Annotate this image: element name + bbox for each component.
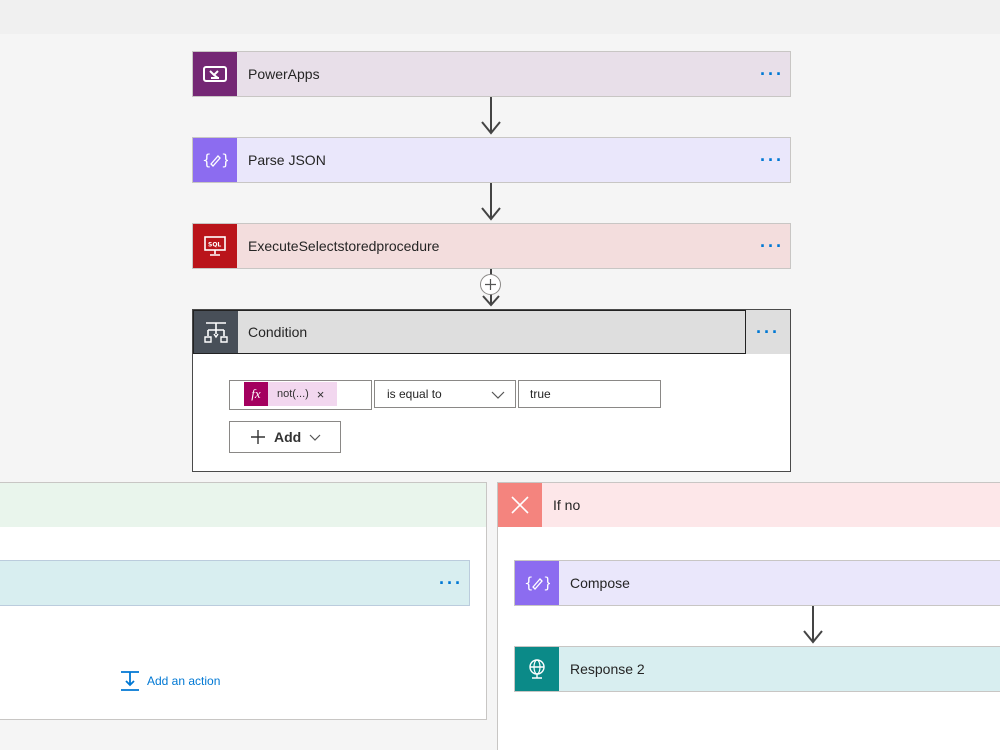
branch-if-no: If no — [497, 482, 1000, 750]
condition-operand-input[interactable]: fx not(...) × — [229, 380, 372, 410]
step-title: Parse JSON — [248, 152, 326, 168]
svg-text:SQL: SQL — [208, 242, 221, 249]
braces-edit-icon: {} — [515, 561, 559, 605]
sql-server-icon: SQL — [193, 224, 237, 268]
step-card-parse-json[interactable]: {} Parse JSON ··· — [192, 137, 791, 183]
operator-dropdown[interactable]: is equal to — [374, 380, 516, 408]
step-card-execute-stored-procedure[interactable]: SQL ExecuteSelectstoredprocedure ··· — [192, 223, 791, 269]
action-card-compose[interactable]: {} Compose — [514, 560, 1000, 606]
operator-value: is equal to — [387, 387, 442, 401]
step-title: PowerApps — [248, 66, 320, 82]
condition-title: Condition — [248, 324, 308, 340]
svg-text:{: { — [524, 574, 534, 592]
chevron-down-icon — [491, 391, 505, 399]
chevron-down-icon — [309, 434, 321, 441]
close-icon — [498, 483, 542, 527]
powerapps-icon — [193, 52, 237, 96]
add-an-action-link[interactable]: Add an action — [119, 670, 220, 692]
remove-token-button[interactable]: × — [309, 387, 325, 402]
more-options-button[interactable]: ··· — [754, 224, 790, 268]
connector-arrow — [481, 183, 501, 223]
action-card-response[interactable]: Response 2 — [514, 646, 1000, 692]
more-options-button[interactable]: ··· — [746, 310, 790, 354]
action-card-yes[interactable]: ··· — [0, 560, 470, 606]
condition-value-input[interactable]: true — [518, 380, 661, 408]
more-options-button[interactable]: ··· — [754, 138, 790, 182]
action-title: Response 2 — [570, 661, 645, 677]
insert-step-button[interactable] — [480, 274, 501, 295]
branch-no-title: If no — [553, 497, 581, 513]
add-action-label: Add an action — [147, 674, 221, 688]
connector-arrow — [481, 97, 501, 137]
add-label: Add — [274, 429, 302, 445]
condition-icon — [194, 311, 238, 353]
more-options-button[interactable]: ··· — [754, 52, 790, 96]
svg-text:}: } — [221, 151, 228, 169]
more-options-button[interactable]: ··· — [433, 561, 469, 605]
branch-no-header[interactable]: If no — [498, 483, 1000, 527]
action-title: Compose — [570, 575, 630, 591]
fx-icon: fx — [244, 382, 268, 406]
plus-icon — [485, 279, 496, 290]
plus-icon — [251, 430, 265, 444]
step-card-powerapps[interactable]: PowerApps ··· — [192, 51, 791, 97]
add-action-icon — [121, 671, 139, 691]
step-title: ExecuteSelectstoredprocedure — [248, 238, 440, 254]
token-label: not(...) — [277, 388, 309, 400]
branch-yes-header[interactable] — [0, 483, 486, 527]
top-bar — [0, 0, 1000, 34]
connector-arrow — [803, 606, 823, 646]
condition-value: true — [530, 387, 551, 401]
condition-card: Condition ··· fx not(...) × is equal to … — [192, 309, 791, 472]
condition-header[interactable]: Condition — [193, 310, 746, 354]
svg-text:}: } — [543, 574, 550, 592]
globe-response-icon — [515, 647, 559, 691]
add-condition-row-button[interactable]: Add — [229, 421, 341, 453]
braces-edit-icon: {} — [193, 138, 237, 182]
expression-token[interactable]: fx not(...) × — [244, 382, 337, 406]
svg-text:{: { — [202, 151, 212, 169]
